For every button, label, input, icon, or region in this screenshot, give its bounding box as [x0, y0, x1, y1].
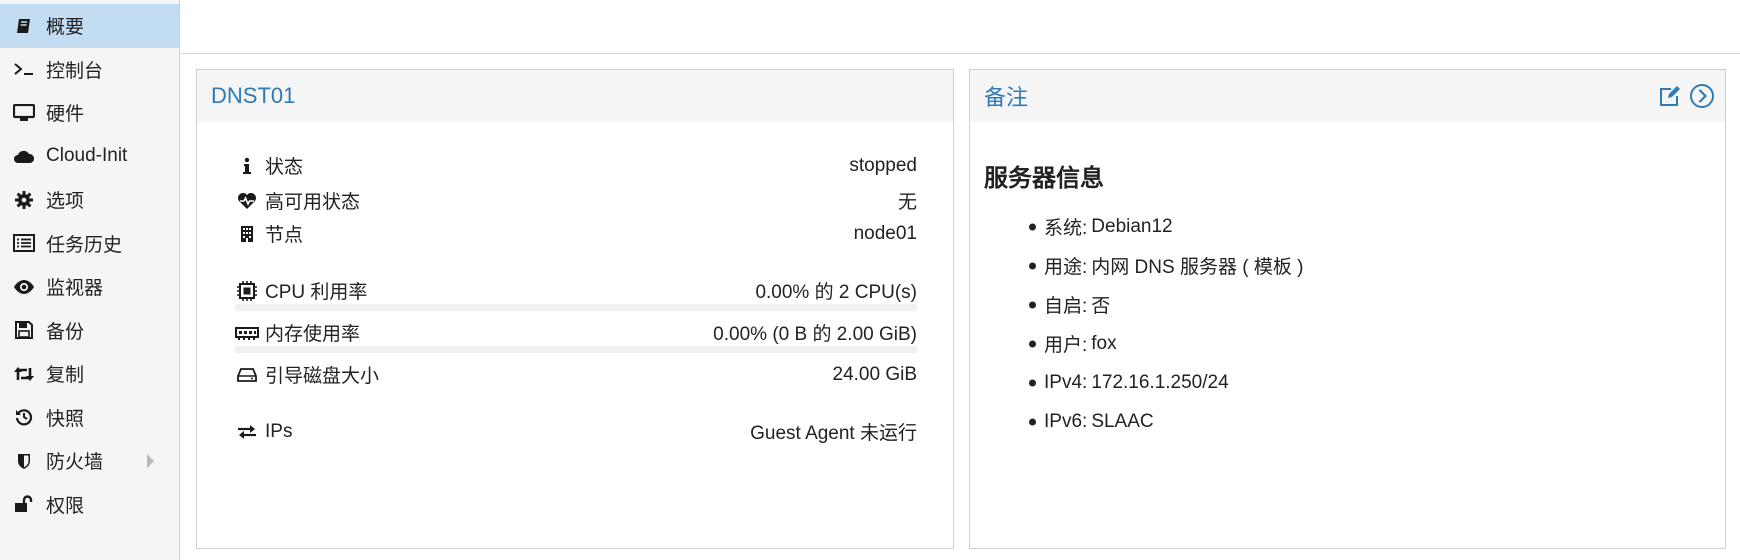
status-value: stopped	[849, 154, 917, 176]
ha-status-value: 无	[897, 192, 917, 213]
list-item: IPv4: 172.16.1.250/24	[984, 363, 1711, 402]
node-value: node01	[853, 222, 917, 244]
sidebar-item-cloud-init[interactable]: Cloud-Init	[0, 135, 179, 179]
sidebar-item-label: 快照	[46, 408, 85, 430]
note-value: 172.16.1.250/24	[1091, 371, 1229, 393]
ha-status-label: 高可用状态	[265, 192, 361, 213]
ha-status-row: 高可用状态 无	[235, 187, 917, 214]
notes-tools	[1657, 83, 1715, 109]
memory-row: 内存使用率 0.00% (0 B 的 2.00 GiB)	[235, 319, 917, 346]
sidebar-item-hardware[interactable]: 硬件	[0, 91, 179, 135]
status-panel: DNST01 状态 stopped 高可用状态 无 节点 node01 CPU …	[196, 69, 954, 549]
eye-icon	[12, 276, 36, 298]
memory-usage-bar	[235, 346, 917, 353]
note-value: fox	[1091, 332, 1117, 354]
sidebar-item-label: 防火墙	[46, 452, 104, 474]
heartbeat-icon	[235, 190, 259, 212]
memory-value: 0.00% (0 B 的 2.00 GiB)	[713, 324, 917, 345]
ips-value: Guest Agent 未运行	[750, 423, 917, 444]
cpu-row: CPU 利用率 0.00% 的 2 CPU(s)	[235, 277, 917, 304]
sidebar-item-options[interactable]: 选项	[0, 178, 179, 222]
sidebar-item-firewall[interactable]: 防火墙	[0, 439, 179, 483]
floppy-icon	[12, 319, 36, 341]
building-icon	[235, 223, 259, 245]
hdd-icon	[235, 364, 259, 386]
ips-label: IPs	[265, 420, 293, 442]
node-row: 节点 node01	[235, 220, 917, 247]
list-item: 用途: 内网 DNS 服务器 ( 模板 )	[984, 246, 1711, 285]
toolbar	[181, 0, 1740, 54]
note-value: 内网 DNS 服务器 ( 模板 )	[1091, 257, 1304, 278]
note-label: 用途:	[1044, 257, 1088, 278]
sidebar: 概要 控制台 硬件 Cloud-Init 选项 任务历史 监视器 备份 复制 快…	[0, 0, 180, 560]
note-label: 自启:	[1044, 296, 1088, 317]
info-icon	[235, 155, 259, 177]
note-label: IPv6:	[1044, 410, 1088, 432]
note-label: 用户:	[1044, 335, 1088, 356]
bootdisk-row: 引导磁盘大小 24.00 GiB	[235, 361, 917, 388]
notes-panel: 备注 服务器信息 系统: Debian12 用途: 内网 DNS 服务器 ( 模板 …	[969, 69, 1726, 549]
notes-body: 服务器信息 系统: Debian12 用途: 内网 DNS 服务器 ( 模板 ) 自…	[970, 122, 1725, 471]
sidebar-item-task-history[interactable]: 任务历史	[0, 222, 179, 266]
monitor-icon	[12, 102, 36, 124]
note-label: 系统:	[1044, 218, 1088, 239]
note-value: SLAAC	[1091, 410, 1154, 432]
notes-list: 系统: Debian12 用途: 内网 DNS 服务器 ( 模板 ) 自启: 否 用户…	[984, 207, 1711, 441]
notes-title: 备注	[984, 85, 1029, 110]
sidebar-item-label: 复制	[46, 365, 85, 387]
expand-arrow-icon[interactable]	[147, 453, 154, 468]
list-icon	[12, 232, 36, 254]
cpu-usage-bar	[235, 304, 917, 311]
sidebar-item-label: 硬件	[46, 104, 85, 126]
retweet-icon	[12, 363, 36, 385]
sidebar-item-backup[interactable]: 备份	[0, 309, 179, 353]
ips-row: IPs Guest Agent 未运行	[235, 418, 917, 445]
cpu-icon	[235, 280, 259, 302]
sidebar-item-label: 监视器	[46, 278, 104, 300]
sidebar-item-label: 选项	[46, 191, 85, 213]
edit-icon[interactable]	[1657, 83, 1683, 109]
note-value: 否	[1091, 296, 1111, 317]
status-row: 状态 stopped	[235, 152, 917, 179]
note-value: Debian12	[1091, 215, 1173, 237]
unlock-icon	[12, 493, 36, 515]
node-label: 节点	[265, 225, 304, 246]
list-item: 自启: 否	[984, 285, 1711, 324]
terminal-icon	[12, 58, 36, 80]
cpu-value: 0.00% 的 2 CPU(s)	[755, 282, 917, 303]
history-icon	[12, 406, 36, 428]
book-icon	[12, 15, 36, 37]
note-label: IPv4:	[1044, 371, 1088, 393]
sidebar-item-label: Cloud-Init	[46, 145, 128, 167]
exchange-icon	[235, 421, 259, 443]
chevron-right-circle-icon[interactable]	[1689, 83, 1715, 109]
sidebar-item-label: 任务历史	[46, 234, 123, 256]
memory-icon	[235, 322, 259, 344]
status-panel-header: DNST01	[197, 70, 953, 122]
shield-icon	[12, 450, 36, 472]
notes-heading: 服务器信息	[984, 165, 1104, 192]
sidebar-item-label: 概要	[46, 17, 85, 39]
cloud-icon	[12, 145, 36, 167]
list-item: IPv6: SLAAC	[984, 402, 1711, 441]
sidebar-item-label: 控制台	[46, 60, 104, 82]
memory-label: 内存使用率	[265, 324, 361, 345]
notes-panel-header: 备注	[970, 70, 1725, 122]
cpu-label: CPU 利用率	[265, 282, 368, 303]
bootdisk-value: 24.00 GiB	[832, 363, 918, 385]
sidebar-item-monitor[interactable]: 监视器	[0, 265, 179, 309]
sidebar-item-permissions[interactable]: 权限	[0, 483, 179, 527]
sidebar-item-replication[interactable]: 复制	[0, 352, 179, 396]
list-item: 系统: Debian12	[984, 207, 1711, 246]
status-label: 状态	[265, 157, 304, 178]
sidebar-item-summary[interactable]: 概要	[0, 4, 179, 48]
list-item: 用户: fox	[984, 324, 1711, 363]
sidebar-item-snapshot[interactable]: 快照	[0, 396, 179, 440]
sidebar-item-label: 备份	[46, 321, 85, 343]
gear-icon	[12, 189, 36, 211]
sidebar-item-label: 权限	[46, 495, 85, 517]
vm-name-title: DNST01	[211, 83, 296, 108]
bootdisk-label: 引导磁盘大小	[265, 366, 380, 387]
sidebar-item-console[interactable]: 控制台	[0, 48, 179, 92]
